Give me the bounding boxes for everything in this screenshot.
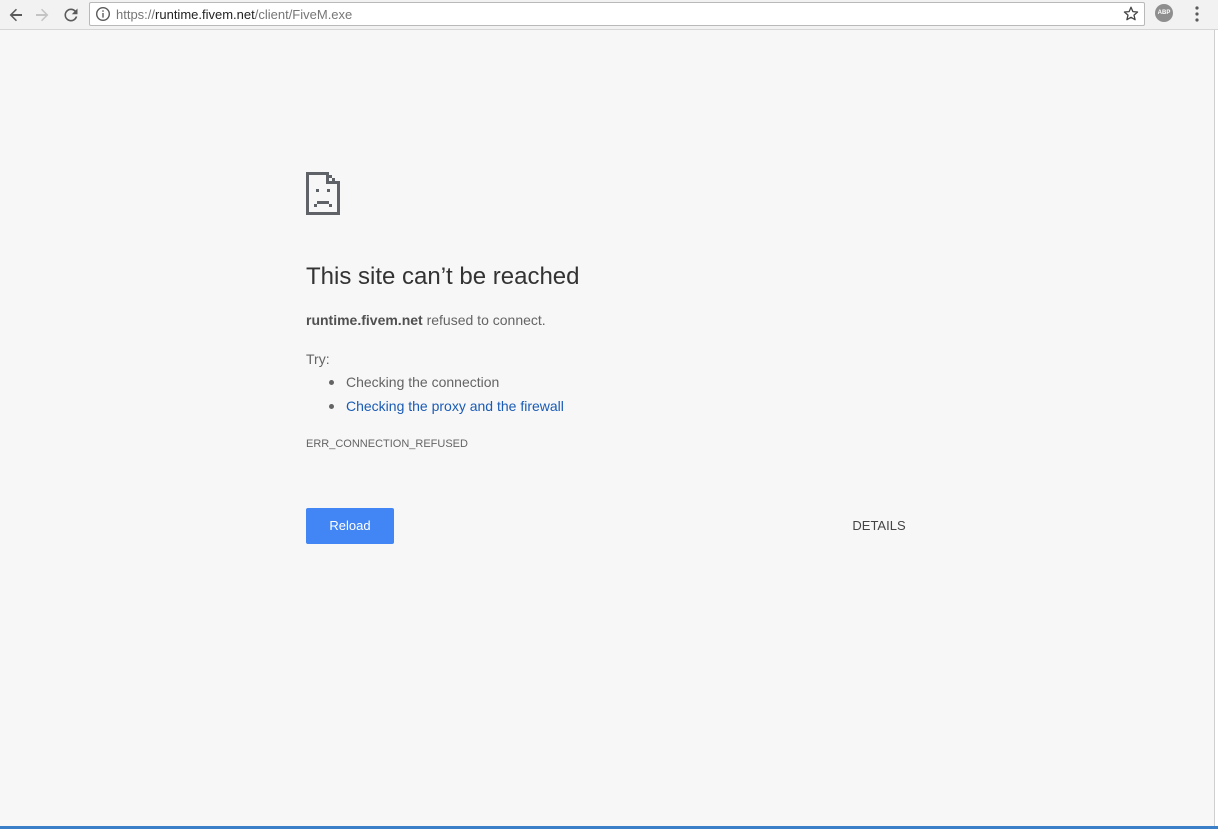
reload-button[interactable]: Reload: [306, 508, 394, 544]
summary-host: runtime.fivem.net: [306, 312, 423, 328]
address-bar[interactable]: https://runtime.fivem.net/client/FiveM.e…: [89, 2, 1145, 26]
try-label: Try:: [306, 351, 330, 367]
proxy-firewall-link[interactable]: Checking the proxy and the firewall: [346, 398, 564, 414]
suggestion-checking-connection: Checking the connection: [306, 373, 564, 397]
browser-window: https://runtime.fivem.net/client/FiveM.e…: [0, 0, 1218, 829]
url-path: /client/FiveM.exe: [254, 7, 353, 22]
summary-text: refused to connect.: [422, 312, 546, 328]
adblock-extension-icon[interactable]: ABP: [1155, 4, 1173, 22]
arrow-right-icon: [36, 8, 49, 22]
info-icon[interactable]: [95, 6, 111, 22]
scrollbar-track: [1214, 30, 1218, 829]
forward-button[interactable]: [30, 3, 54, 27]
reload-icon: [64, 8, 78, 22]
suggestion-text: Checking the connection: [346, 374, 500, 390]
url-scheme: https://: [116, 7, 156, 22]
bullet: [329, 380, 334, 385]
back-button[interactable]: [4, 3, 28, 27]
url-host: runtime.fivem.net: [155, 7, 255, 22]
bullet: [329, 404, 334, 409]
url-text: https://runtime.fivem.net/client/FiveM.e…: [116, 6, 352, 23]
arrow-left-icon: [9, 8, 22, 22]
suggestion-proxy-firewall: Checking the proxy and the firewall: [306, 397, 564, 421]
error-summary: runtime.fivem.net refused to connect.: [306, 311, 546, 329]
sad-document-icon: [306, 172, 340, 215]
error-heading: This site can’t be reached: [306, 263, 580, 290]
star-icon[interactable]: [1122, 5, 1140, 23]
vertical-dots-icon[interactable]: [1188, 4, 1206, 24]
error-code: ERR_CONNECTION_REFUSED: [306, 438, 468, 450]
browser-toolbar: https://runtime.fivem.net/client/FiveM.e…: [0, 0, 1218, 30]
suggestions-list: Checking the connection Checking the pro…: [306, 373, 564, 421]
details-button[interactable]: DETAILS: [842, 508, 916, 544]
reload-toolbar-button[interactable]: [59, 3, 83, 27]
